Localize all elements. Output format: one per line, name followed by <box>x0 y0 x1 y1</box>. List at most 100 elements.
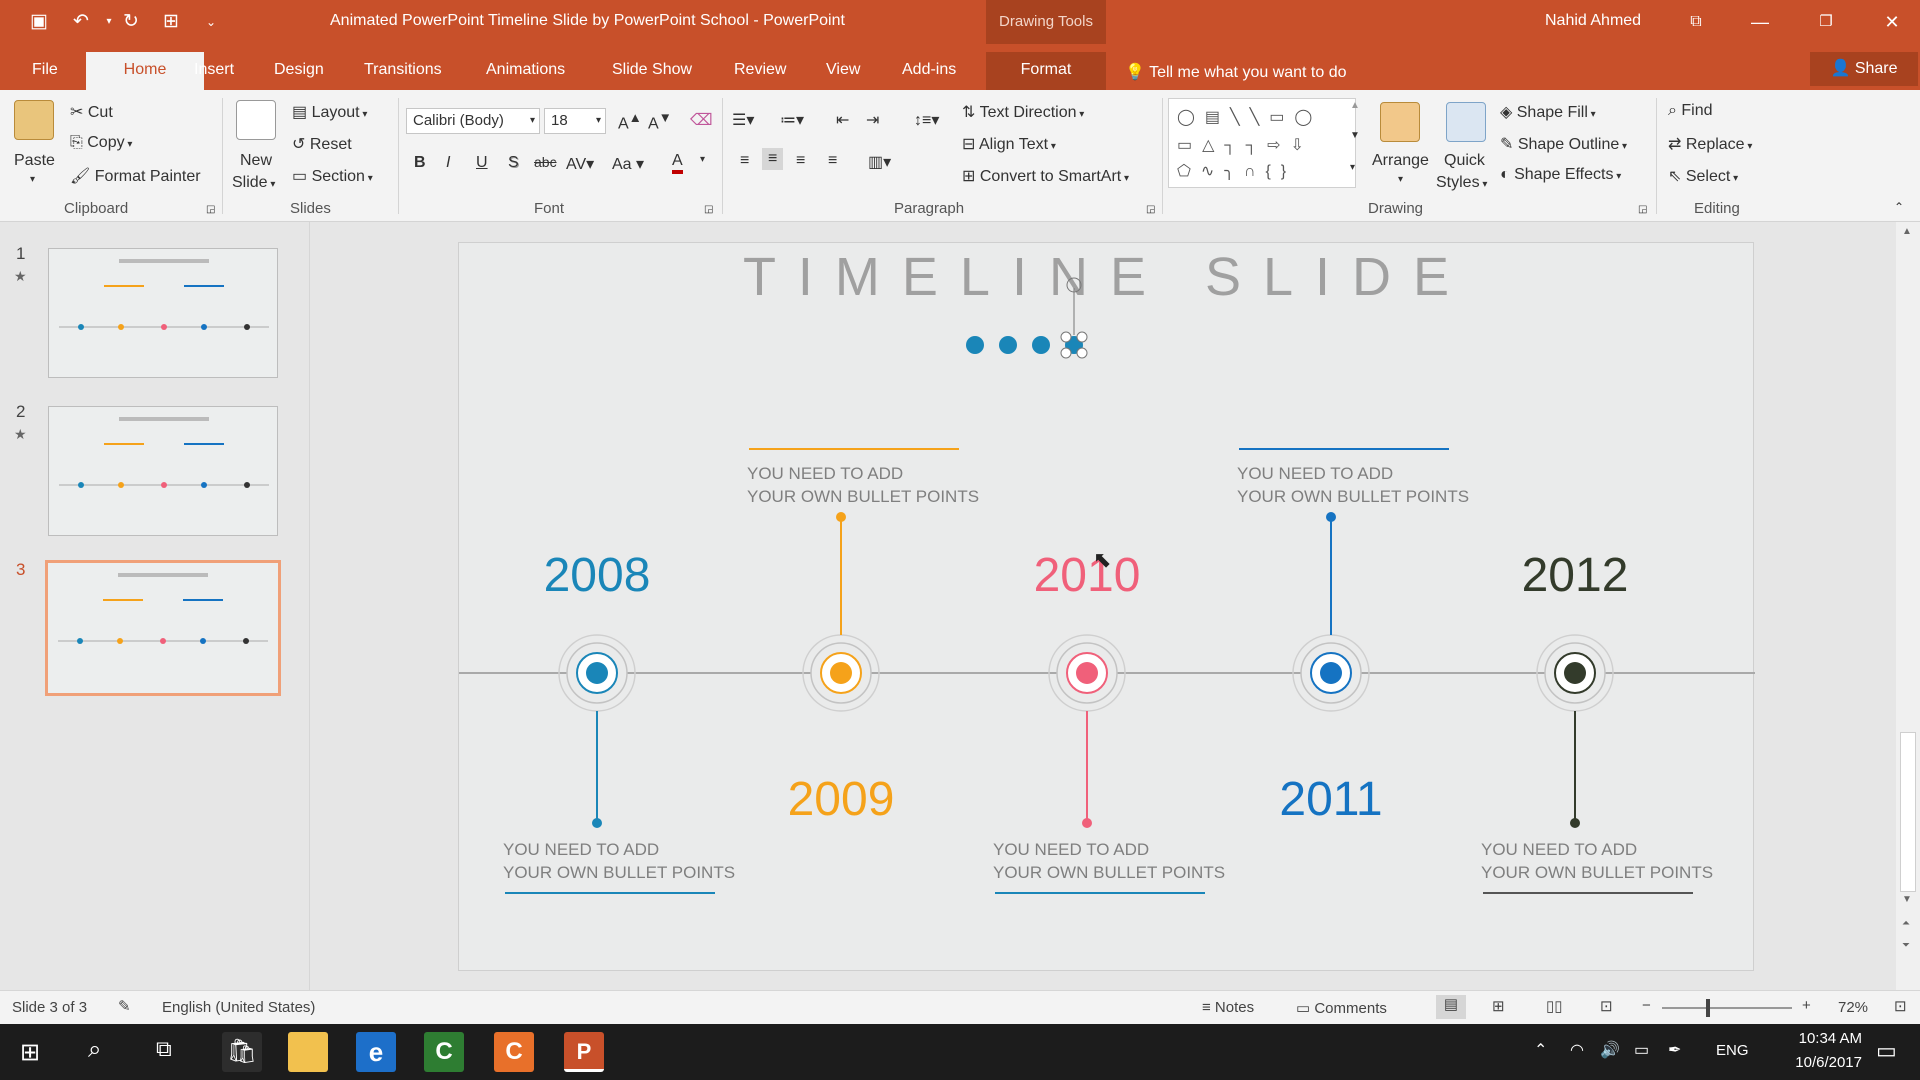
tab-review[interactable]: Review <box>730 52 790 90</box>
slide-title[interactable]: TIMELINE SLIDE <box>743 247 1471 307</box>
undo-icon[interactable]: ↶ <box>68 9 94 35</box>
tab-animations[interactable]: Animations <box>482 52 569 90</box>
powerpoint-taskbar-icon[interactable]: P <box>564 1032 604 1072</box>
camtasia-icon[interactable]: C <box>424 1032 464 1072</box>
copy-dropdown-icon[interactable]: ▾ <box>125 139 132 150</box>
bullets-icon[interactable]: ☰▾ <box>732 110 754 130</box>
notes-button[interactable]: ≡ Notes <box>1202 999 1254 1016</box>
tab-slide-show[interactable]: Slide Show <box>608 52 696 90</box>
convert-smartart-button[interactable]: ⊞ Convert to SmartArt ▾ <box>962 166 1129 186</box>
bullet-text-line-2[interactable]: YOUR OWN BULLET POINTS <box>747 487 979 506</box>
increase-indent-icon[interactable]: ⇥ <box>866 110 879 130</box>
minimize-button[interactable]: — <box>1740 8 1780 36</box>
find-button[interactable]: ⌕ Find <box>1668 102 1713 120</box>
new-slide-icon[interactable] <box>236 100 276 140</box>
quick-styles-icon[interactable] <box>1446 102 1486 142</box>
text-shadow-button[interactable]: S <box>508 154 519 172</box>
user-name[interactable]: Nahid Ahmed <box>1545 12 1641 30</box>
clock-time[interactable]: 10:34 AM <box>1770 1030 1862 1047</box>
slide-thumbnail-2[interactable] <box>48 406 278 536</box>
tab-format[interactable]: Format <box>986 52 1106 90</box>
select-button[interactable]: ⇖ Select ▾ <box>1668 166 1738 186</box>
arrange-dropdown-icon[interactable]: ▾ <box>1398 174 1403 185</box>
next-slide-icon[interactable]: ⏷ <box>1902 940 1910 951</box>
ribbon-display-options-icon[interactable]: ⧉ <box>1676 8 1716 36</box>
share-button[interactable]: 👤 Share <box>1810 52 1918 86</box>
cut-button[interactable]: ✂ Cut <box>70 102 113 122</box>
windows-start-icon[interactable]: ⊞ <box>20 1038 40 1067</box>
decrease-font-size-icon[interactable]: A▼ <box>648 110 672 133</box>
vertical-scrollbar[interactable]: ▲ ▼ ⏶ ⏷ <box>1896 222 1920 990</box>
bullet-text-line-2[interactable]: YOUR OWN BULLET POINTS <box>1481 863 1713 882</box>
redo-icon[interactable]: ↻ <box>118 9 144 35</box>
shapes-row-2[interactable]: ▭△┐┐⇨⇩ <box>1177 135 1314 155</box>
fit-to-window-icon[interactable]: ⊡ <box>1894 997 1907 1015</box>
align-text-button[interactable]: ⊟ Align Text ▾ <box>962 134 1056 154</box>
customize-toolbar-icon[interactable]: ⌄ <box>198 9 224 35</box>
tab-transitions[interactable]: Transitions <box>360 52 446 90</box>
quick-styles-label-1[interactable]: Quick <box>1444 152 1485 170</box>
milestone-year[interactable]: 2012 <box>1522 549 1629 602</box>
shapes-more-icon[interactable]: ▾ <box>1350 162 1355 173</box>
restore-button[interactable]: ❐ <box>1806 8 1846 36</box>
reading-view-icon[interactable]: ▯▯ <box>1546 997 1563 1015</box>
milestone-dot[interactable] <box>1564 662 1586 684</box>
shape-outline-button[interactable]: ✎ Shape Outline ▾ <box>1500 134 1627 154</box>
bullet-text-line-2[interactable]: YOUR OWN BULLET POINTS <box>503 863 735 882</box>
section-button[interactable]: ▭ Section ▾ <box>292 166 373 186</box>
collapse-ribbon-icon[interactable]: ⌃ <box>1894 200 1904 214</box>
tell-me-search[interactable]: 💡 Tell me what you want to do <box>1125 62 1347 82</box>
paste-dropdown-icon[interactable]: ▾ <box>30 174 35 185</box>
tab-home[interactable]: Home <box>86 52 204 90</box>
milestone-dot[interactable] <box>1076 662 1098 684</box>
bullet-text-line-1[interactable]: YOU NEED TO ADD <box>1481 840 1637 859</box>
italic-button[interactable]: I <box>446 154 450 172</box>
milestone-year[interactable]: 2009 <box>788 773 895 826</box>
clipboard-launcher-icon[interactable]: ◲ <box>206 204 215 215</box>
bullet-text-line-2[interactable]: YOUR OWN BULLET POINTS <box>1237 487 1469 506</box>
zoom-out-icon[interactable]: − <box>1642 997 1651 1014</box>
milestone-year[interactable]: 2008 <box>544 549 651 602</box>
volume-icon[interactable]: 🔊 <box>1600 1040 1620 1060</box>
normal-view-icon[interactable]: ▤ <box>1436 995 1466 1019</box>
clear-formatting-icon[interactable]: ⌫ <box>690 110 713 130</box>
format-painter-button[interactable]: 🖌 Format Painter <box>70 166 201 186</box>
scroll-up-icon[interactable]: ▲ <box>1902 226 1912 237</box>
shapes-row-1[interactable]: ◯▤╲╲▭◯ <box>1177 107 1322 127</box>
align-left-icon[interactable]: ≡ <box>740 152 749 170</box>
slide-sorter-icon[interactable]: ⊞ <box>1492 997 1505 1015</box>
save-icon[interactable]: ▣ <box>26 9 52 35</box>
line-spacing-icon[interactable]: ↕≡▾ <box>914 110 939 130</box>
tab-add-ins[interactable]: Add-ins <box>898 52 960 90</box>
shapes-row-3[interactable]: ⬠∿╮∩{} <box>1177 161 1296 181</box>
justify-icon[interactable]: ≡ <box>828 152 837 170</box>
new-slide-label-1[interactable]: New <box>240 152 272 170</box>
tab-insert[interactable]: Insert <box>190 52 238 90</box>
character-spacing-icon[interactable]: AV▾ <box>566 154 594 174</box>
input-language[interactable]: ENG <box>1716 1042 1749 1059</box>
shapes-gallery[interactable]: ◯▤╲╲▭◯ ▭△┐┐⇨⇩ ⬠∿╮∩{} <box>1168 98 1356 188</box>
strikethrough-button[interactable]: abc <box>534 154 557 170</box>
paste-button[interactable]: Paste <box>14 152 55 170</box>
arrange-button[interactable]: Arrange <box>1372 152 1429 170</box>
paste-icon[interactable] <box>14 100 54 140</box>
new-slide-label-2[interactable]: Slide ▾ <box>232 174 275 192</box>
font-color-dropdown-icon[interactable]: ▾ <box>700 154 705 165</box>
copy-button[interactable]: ⎘ Copy ▾ <box>70 134 132 152</box>
columns-icon[interactable]: ▥▾ <box>868 152 891 172</box>
milestone-year[interactable]: 2011 <box>1279 773 1382 826</box>
clock-date[interactable]: 10/6/2017 <box>1770 1054 1862 1071</box>
milestone-year[interactable]: 2010 <box>1034 549 1141 602</box>
pen-workspace-icon[interactable]: ✒ <box>1668 1040 1681 1060</box>
layout-button[interactable]: ▤ Layout ▾ <box>292 102 367 122</box>
shapes-scroll-up-icon[interactable]: ▲ <box>1350 100 1360 111</box>
comments-button[interactable]: ▭ Comments <box>1296 999 1387 1017</box>
shape-fill-button[interactable]: ◈ Shape Fill ▾ <box>1500 102 1596 122</box>
language-indicator[interactable]: English (United States) <box>162 999 315 1016</box>
task-view-icon[interactable]: ⧉ <box>156 1036 172 1062</box>
change-case-button[interactable]: Aa ▾ <box>612 154 644 174</box>
font-launcher-icon[interactable]: ◲ <box>704 204 713 215</box>
align-right-icon[interactable]: ≡ <box>796 152 805 170</box>
numbering-icon[interactable]: ≔▾ <box>780 110 804 130</box>
file-explorer-icon[interactable] <box>288 1032 328 1072</box>
